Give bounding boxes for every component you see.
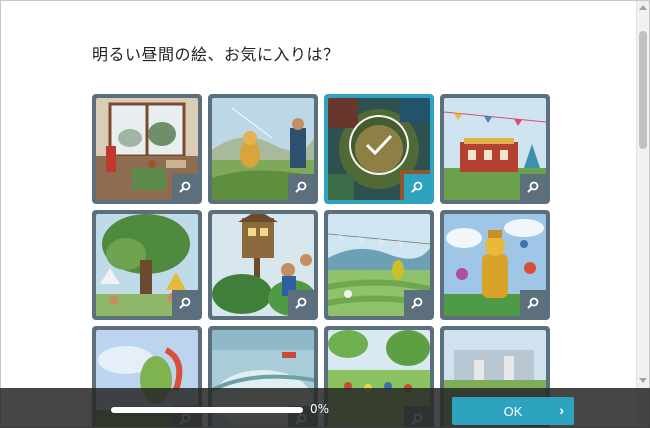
zoom-button[interactable] [172, 174, 198, 200]
scroll-down-arrow-icon[interactable] [639, 378, 647, 383]
zoom-button[interactable] [288, 174, 314, 200]
search-icon [295, 181, 307, 193]
image-tile[interactable] [324, 210, 434, 320]
image-tile[interactable] [208, 210, 318, 320]
image-tile[interactable] [440, 210, 550, 320]
zoom-button[interactable] [404, 174, 430, 200]
app-window: 明るい昼間の絵、お気に入りは？ [0, 0, 650, 428]
search-icon [527, 181, 539, 193]
zoom-button[interactable] [172, 290, 198, 316]
zoom-button[interactable] [288, 290, 314, 316]
search-icon [411, 297, 423, 309]
vertical-scrollbar[interactable] [636, 1, 649, 427]
selected-check [349, 115, 409, 175]
image-tile[interactable] [208, 94, 318, 204]
zoom-button[interactable] [520, 290, 546, 316]
scroll-thumb[interactable] [639, 31, 647, 149]
search-icon [411, 181, 423, 193]
ok-button-label: OK [503, 404, 523, 419]
zoom-button[interactable] [404, 290, 430, 316]
search-icon [527, 297, 539, 309]
checkmark-icon [365, 134, 393, 156]
search-icon [295, 297, 307, 309]
question-title: 明るい昼間の絵、お気に入りは？ [92, 45, 340, 64]
image-tile[interactable] [440, 94, 550, 204]
image-tile[interactable] [92, 210, 202, 320]
progress-percent: 0% [310, 402, 330, 416]
chevron-right-icon: › [559, 402, 564, 418]
bottom-bar: 0% OK › [0, 388, 650, 428]
scroll-up-arrow-icon[interactable] [639, 5, 647, 10]
progress-bar [111, 407, 303, 413]
ok-button[interactable]: OK › [452, 397, 574, 425]
image-tile[interactable] [92, 94, 202, 204]
zoom-button[interactable] [520, 174, 546, 200]
search-icon [179, 181, 191, 193]
image-tile-selected[interactable] [324, 94, 434, 204]
search-icon [179, 297, 191, 309]
